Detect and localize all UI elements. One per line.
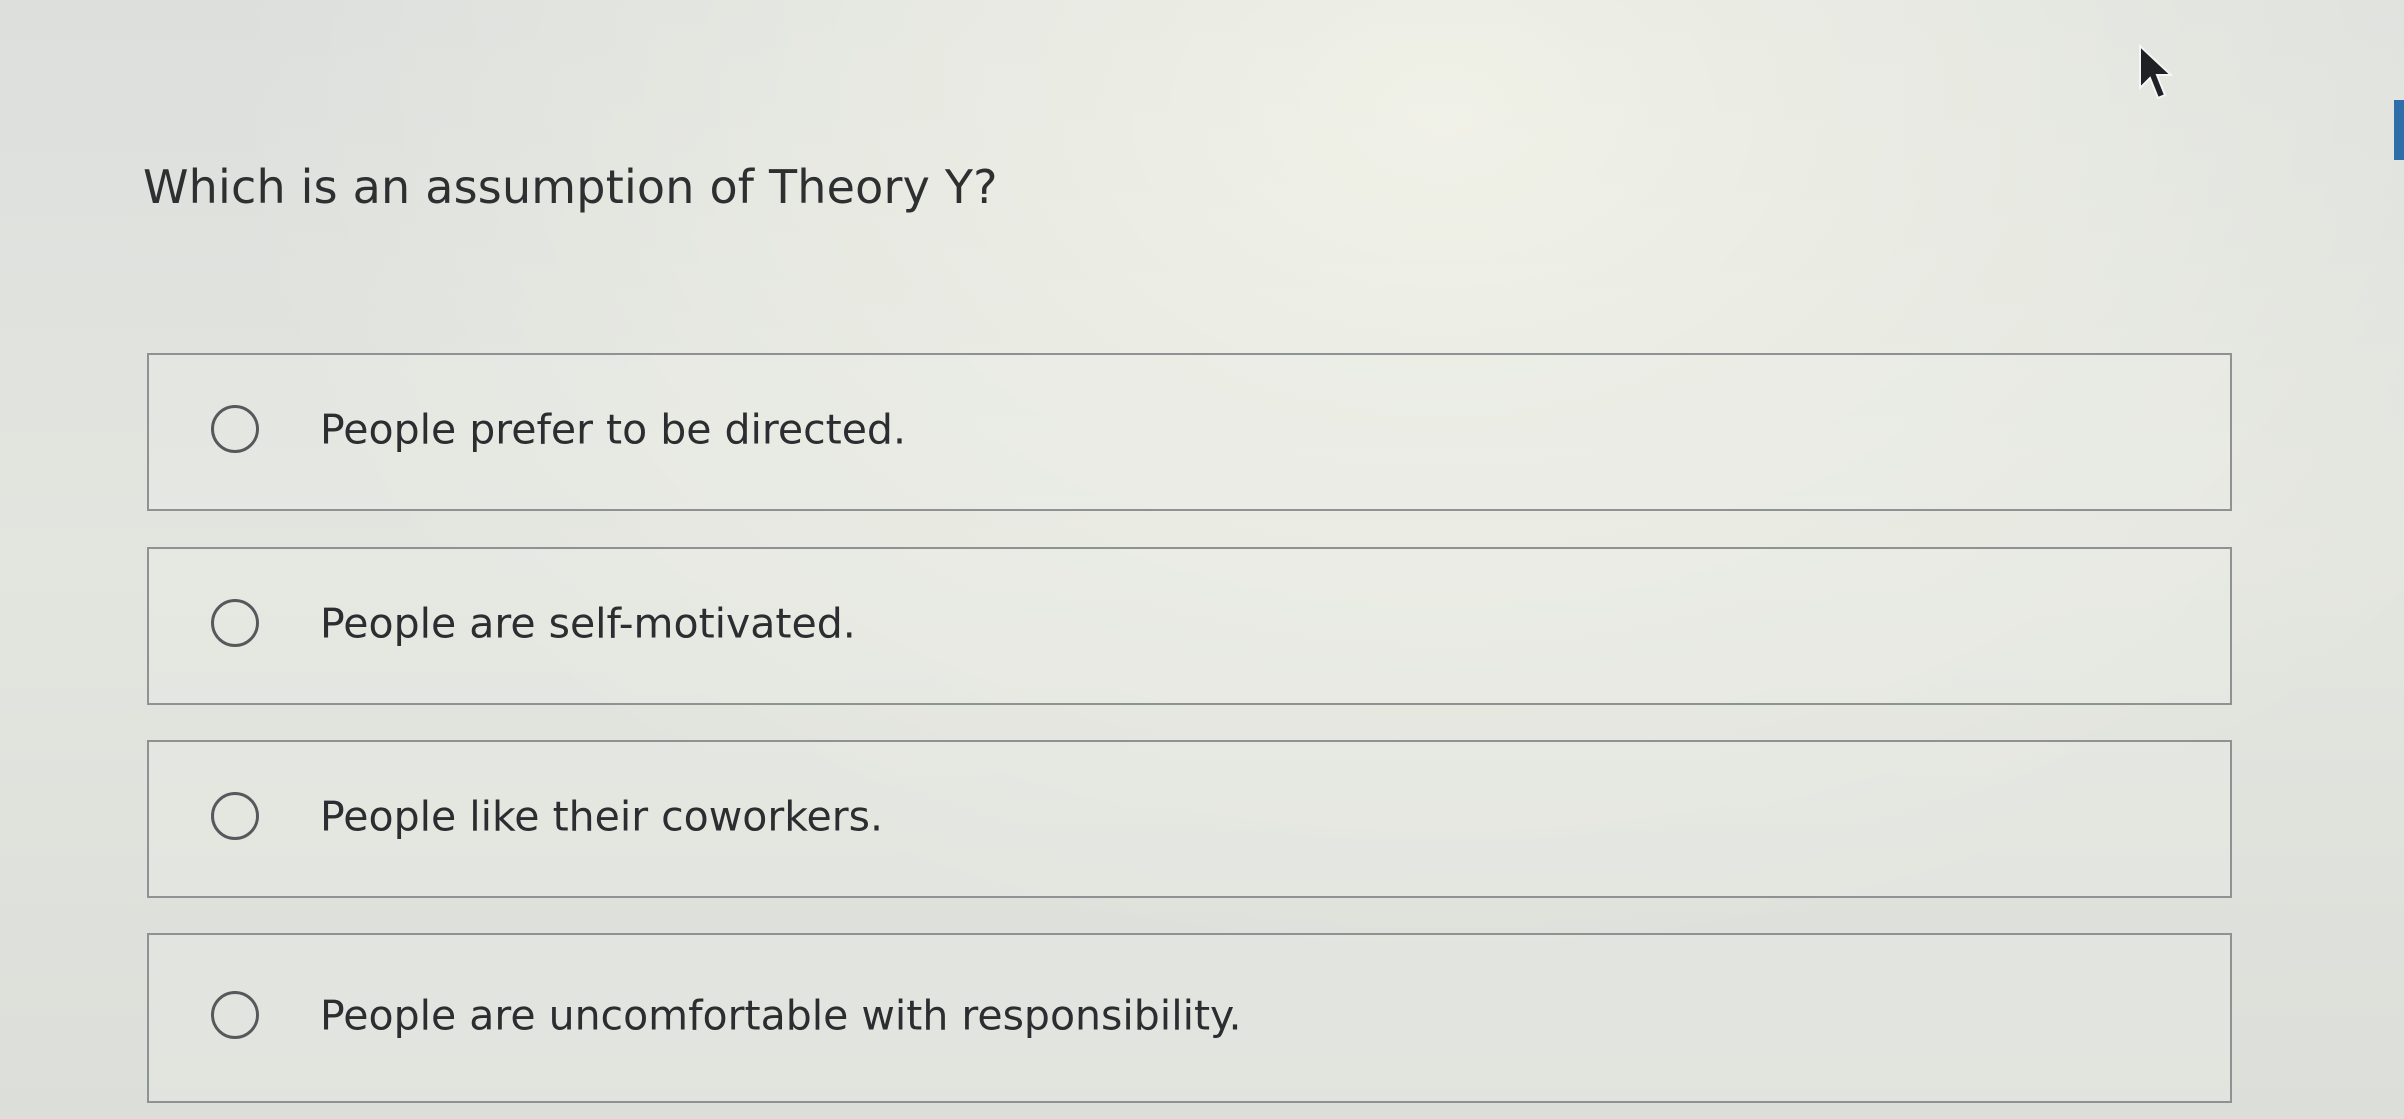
option-item[interactable]: People are self-motivated. (147, 547, 2232, 705)
question-text: Which is an assumption of Theory Y? (143, 160, 998, 214)
option-label: People are uncomfortable with responsibi… (320, 991, 1242, 1040)
option-label: People are self-motivated. (320, 599, 856, 648)
option-item[interactable]: People are uncomfortable with responsibi… (147, 933, 2232, 1103)
option-label: People like their coworkers. (320, 792, 883, 841)
option-label: People prefer to be directed. (320, 405, 906, 454)
radio-circle-icon[interactable] (211, 405, 259, 453)
radio-circle-icon[interactable] (211, 599, 259, 647)
radio-circle-icon[interactable] (211, 991, 259, 1039)
radio-circle-icon[interactable] (211, 792, 259, 840)
option-item[interactable]: People like their coworkers. (147, 740, 2232, 898)
window-edge-accent (2394, 100, 2404, 160)
option-item[interactable]: People prefer to be directed. (147, 353, 2232, 511)
mouse-pointer-icon (2139, 44, 2174, 100)
